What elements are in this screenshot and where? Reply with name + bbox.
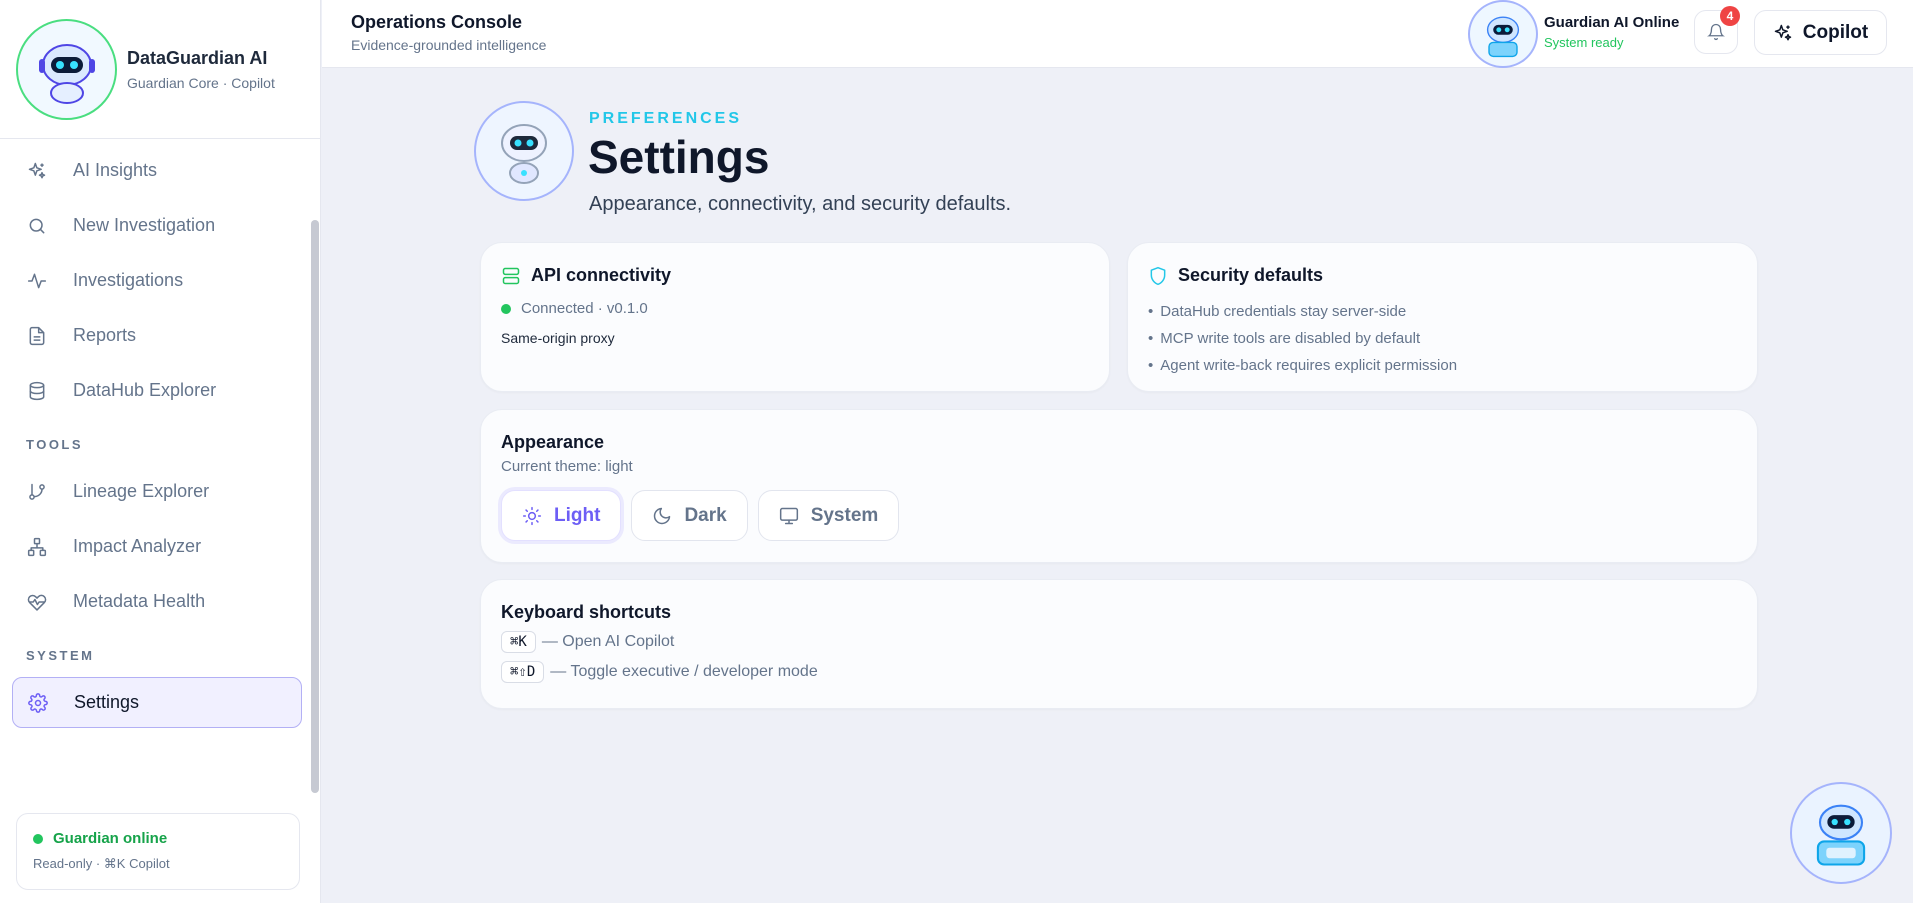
sidebar-item-label: Lineage Explorer [73, 481, 210, 501]
bell-icon [1707, 23, 1725, 41]
search-icon [26, 215, 48, 237]
brand-title: DataGuardian AI [127, 47, 268, 68]
security-list: DataHub credentials stay server-side MCP… [1148, 298, 1737, 379]
theme-system-label: System [810, 504, 879, 526]
system-heading: SYSTEM [26, 648, 95, 663]
sidebar-item-impact-analyzer[interactable]: Impact Analyzer [12, 521, 302, 572]
header-subtitle: Evidence-grounded intelligence [351, 37, 547, 53]
shortcut-description: — Toggle executive / developer mode [550, 663, 818, 680]
sidebar-item-label: AI Insights [73, 160, 158, 180]
floating-copilot-avatar[interactable] [1790, 782, 1892, 884]
list-item: Agent write-back requires explicit permi… [1148, 352, 1737, 379]
appearance-title: Appearance [501, 432, 605, 452]
guardian-avatar [1468, 0, 1538, 68]
shield-icon [1148, 266, 1168, 286]
sidebar: DataGuardian AI Guardian Core · Copilot … [0, 0, 321, 903]
guardian-online-status: System ready [1544, 35, 1624, 50]
sidebar-item-ai-insights[interactable]: AI Insights [12, 145, 302, 196]
list-item: DataHub credentials stay server-side [1148, 298, 1737, 325]
sidebar-nav: AI Insights New Investigation Investigat… [12, 145, 302, 732]
status-dot [33, 833, 43, 844]
current-theme-label: Current theme: light [501, 458, 633, 475]
sidebar-item-label: Metadata Health [73, 591, 206, 611]
connection-dot [501, 303, 511, 314]
shortcut-row: ⌘K — Open AI Copilot [501, 631, 1737, 653]
copilot-button[interactable]: Copilot [1754, 10, 1887, 55]
sidebar-item-datahub-explorer[interactable]: DataHub Explorer [12, 365, 302, 416]
server-icon [501, 266, 521, 286]
notification-badge: 4 [1720, 6, 1740, 26]
api-connectivity-card: API connectivity Connected · v0.1.0 Same… [480, 242, 1110, 392]
sidebar-item-lineage-explorer[interactable]: Lineage Explorer [12, 466, 302, 517]
sidebar-item-investigations[interactable]: Investigations [12, 255, 302, 306]
page-subtitle: Appearance, connectivity, and security d… [589, 193, 1012, 215]
proxy-label: Same-origin proxy [501, 330, 615, 346]
security-defaults-card: Security defaults DataHub credentials st… [1127, 242, 1758, 392]
shortcuts-title: Keyboard shortcuts [501, 602, 672, 622]
shortcut-description: — Open AI Copilot [541, 633, 675, 650]
sparkles-icon [1773, 23, 1793, 43]
file-text-icon [26, 325, 48, 347]
heart-pulse-icon [26, 591, 48, 613]
brand-subtitle: Guardian Core · Copilot [127, 74, 275, 91]
keyboard-shortcuts-card: Keyboard shortcuts ⌘K — Open AI Copilot … [480, 579, 1758, 709]
sidebar-item-label: Investigations [73, 270, 184, 290]
settings-avatar [474, 101, 574, 201]
top-header: Operations Console Evidence-grounded int… [322, 0, 1913, 68]
sidebar-item-new-investigation[interactable]: New Investigation [12, 200, 302, 251]
list-item: MCP write tools are disabled by default [1148, 325, 1737, 352]
theme-selector: Light Dark System [501, 490, 1737, 541]
git-branch-icon [26, 481, 48, 503]
robot-mascot-icon [501, 124, 547, 184]
network-icon [26, 536, 48, 558]
sidebar-scrollbar[interactable] [311, 220, 319, 793]
monitor-icon [779, 506, 799, 526]
tools-heading: TOOLS [26, 437, 84, 452]
guardian-status-card: Guardian online Read-only · ⌘K Copilot [16, 813, 300, 890]
security-card-title: Security defaults [1178, 265, 1324, 285]
header-title: Operations Console [351, 12, 523, 32]
sidebar-item-label: Settings [74, 692, 140, 712]
sidebar-item-label: DataHub Explorer [73, 380, 217, 400]
robot-mascot-icon [1486, 16, 1520, 58]
gear-icon [27, 692, 49, 714]
sidebar-item-label: Impact Analyzer [73, 536, 202, 556]
page-title: Settings [588, 131, 770, 183]
brand-avatar [16, 18, 117, 120]
sidebar-item-metadata-health[interactable]: Metadata Health [12, 576, 302, 627]
sidebar-item-label: Reports [73, 325, 137, 345]
guardian-online-title: Guardian AI Online [1544, 14, 1680, 31]
appearance-card: Appearance Current theme: light Light Da… [480, 409, 1758, 563]
robot-mascot-icon [1816, 804, 1866, 866]
brand: DataGuardian AI Guardian Core · Copilot [0, 0, 320, 139]
shortcut-row: ⌘⇧D — Toggle executive / developer mode [501, 661, 1737, 683]
database-icon [26, 380, 48, 402]
activity-icon [26, 270, 48, 292]
moon-icon [652, 506, 672, 526]
theme-dark-button[interactable]: Dark [631, 490, 748, 541]
shortcut-keys: ⌘⇧D [501, 661, 545, 683]
copilot-label: Copilot [1802, 21, 1869, 43]
theme-dark-label: Dark [684, 504, 727, 526]
status-title: Guardian online [53, 830, 168, 847]
sidebar-item-label: New Investigation [73, 215, 216, 235]
theme-light-button[interactable]: Light [501, 490, 622, 541]
connection-status: Connected · v0.1.0 [521, 300, 648, 317]
sparkles-icon [26, 160, 48, 182]
status-subtitle: Read-only · ⌘K Copilot [33, 856, 170, 871]
robot-mascot-icon [38, 44, 95, 104]
theme-light-label: Light [554, 504, 601, 526]
page-eyebrow: PREFERENCES [589, 110, 743, 127]
sidebar-item-settings[interactable]: Settings [12, 677, 302, 728]
sun-icon [522, 506, 542, 526]
theme-system-button[interactable]: System [757, 490, 900, 541]
shortcut-keys: ⌘K [501, 631, 536, 653]
api-card-title: API connectivity [531, 265, 672, 285]
sidebar-item-reports[interactable]: Reports [12, 310, 302, 361]
